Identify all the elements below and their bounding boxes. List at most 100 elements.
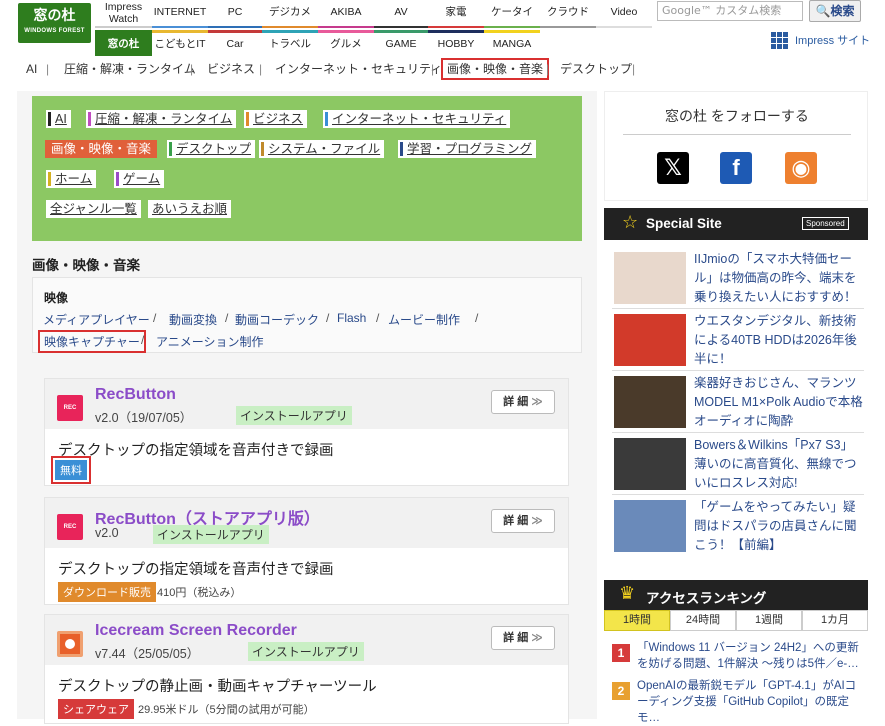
license-badge: 無料 [51, 456, 91, 484]
genre-tag[interactable]: デスクトップ [167, 140, 256, 158]
detail-button[interactable]: 詳 細 ≫ [491, 626, 555, 650]
app-card-header: Icecream Screen Recorder v7.44（25/05/05） イ… [45, 615, 568, 665]
ranking-item[interactable]: 1 「Windows 11 バージョン 24H2」への更新を妨げる問題、1件解決 … [612, 640, 868, 670]
detail-button[interactable]: 詳 細 ≫ [491, 390, 555, 414]
special-site-item[interactable]: 楽器好きおじさん、マランツMODEL M1×Polk Audioで本格オーディオ… [614, 376, 864, 432]
special-site-thumbnail [614, 252, 686, 304]
sub-nav-item[interactable]: デスクトップ [560, 58, 632, 80]
sub-nav-item[interactable]: インターネット・セキュリティ [275, 58, 442, 80]
subcategory-link[interactable]: Flash [337, 311, 366, 325]
sub-nav-item[interactable]: AI [26, 58, 37, 80]
subcategory-link[interactable]: 映像キャプチャー [38, 330, 146, 353]
sub-nav-item[interactable]: 圧縮・解凍・ランタイム [64, 58, 196, 80]
genre-label: デスクトップ [176, 142, 252, 156]
genre-tag[interactable]: ビジネス [244, 110, 308, 128]
ranking-tab[interactable]: 24時間 [670, 610, 736, 631]
special-site-item[interactable]: ウエスタンデジタル、新技術による40TB HDDは2026年後半に！ [614, 314, 864, 370]
genre-tag[interactable]: ゲーム [114, 170, 165, 188]
crown-icon: ♛ [619, 583, 636, 603]
genre-tag[interactable]: ホーム [46, 170, 97, 188]
ranking-tab[interactable]: 1時間 [604, 610, 670, 631]
top-nav-item[interactable]: デジカメ [262, 0, 318, 28]
genre-label: 全ジャンル一覧 [50, 202, 137, 216]
special-site-thumbnail [614, 314, 686, 366]
search-button[interactable]: 🔍検索 [809, 0, 861, 22]
app-icon[interactable]: REC [57, 395, 83, 421]
special-site-text: 「ゲームをやってみたい」疑問はドスパラの店員さんに聞こう！【前編】 [694, 500, 857, 552]
rss-icon[interactable]: ◉ [785, 152, 817, 184]
separator: / [475, 311, 479, 325]
subcategory-link[interactable]: 動画コーデック [235, 311, 319, 328]
top-navigation: 窓の杜 WINDOWS FOREST Impress Watch INTERNET… [0, 0, 885, 56]
subcategory-link[interactable]: 動画変換 [169, 311, 217, 328]
app-description: デスクトップの指定領域を音声付きで録画 [58, 443, 334, 459]
subcategory-link[interactable]: メディアプレイヤー [43, 311, 150, 328]
detail-button[interactable]: 詳 細 ≫ [491, 509, 555, 533]
app-icon[interactable] [57, 631, 83, 657]
detail-label: 詳 細 [503, 515, 529, 527]
genre-tag[interactable]: システム・ファイル [259, 140, 385, 158]
genre-color-bar [400, 142, 403, 156]
x-icon[interactable]: 𝕏 [657, 152, 689, 184]
separator: / [153, 311, 157, 325]
app-card-header: REC RecButton v2.0（19/07/05） インストールアプリ 詳 細 ≫ [45, 379, 568, 429]
genre-tag[interactable]: 全ジャンル一覧 [46, 200, 141, 218]
top-nav-item[interactable]: GAME [374, 30, 428, 56]
ranking-item[interactable]: 2 OpenAIの最新鋭モデル「GPT-4.1」がAIコーディング支援「GitHu… [612, 678, 868, 724]
sub-nav-item[interactable]: ビジネス [207, 58, 255, 80]
sponsored-badge: Sponsored [802, 217, 849, 230]
app-icon[interactable]: REC [57, 514, 83, 540]
detail-label: 詳 細 [503, 632, 529, 644]
license-badge: シェアウェア [58, 699, 134, 719]
app-price: 29.95米ドル（5分間の試用が可能） [138, 704, 315, 716]
ranking-tab[interactable]: 1カ月 [802, 610, 868, 631]
genre-tag[interactable]: 画像・映像・音楽 [45, 140, 158, 158]
top-nav-item[interactable]: グルメ [318, 30, 374, 56]
top-nav-item[interactable]: トラベル [262, 30, 318, 56]
special-site-item[interactable]: 「ゲームをやってみたい」疑問はドスパラの店員さんに聞こう！【前編】 [614, 500, 864, 556]
subcategory-link[interactable]: ムービー制作 [388, 311, 460, 328]
app-card-header: REC RecButton（ストアアプリ版） v2.0 インストールアプリ詳 細 ≫ [45, 498, 568, 548]
top-nav-item[interactable]: ケータイ [484, 0, 540, 28]
genre-tag[interactable]: AI [46, 110, 71, 128]
top-nav-item[interactable]: MANGA [484, 30, 540, 56]
app-price: 410円（税込み） [157, 587, 242, 599]
ranking-tab[interactable]: 1週間 [736, 610, 802, 631]
sub-nav-separator: | [632, 62, 636, 76]
chevron-right-icon: ≫ [528, 632, 543, 644]
top-nav-item[interactable]: PC [208, 0, 262, 28]
top-nav-item[interactable]: Car [208, 30, 262, 56]
genre-tag[interactable]: 圧縮・解凍・ランタイム [86, 110, 237, 128]
special-site-header: ☆ Special Site Sponsored [604, 208, 868, 240]
subcategory-link[interactable]: アニメーション制作 [156, 333, 264, 350]
top-nav-item[interactable]: こどもとIT [152, 30, 208, 56]
top-nav-item[interactable]: HOBBY [428, 30, 484, 56]
special-site-item[interactable]: Bowers＆Wilkins「Px7 S3」薄いのに高音質化、無線でついにロスレ… [614, 438, 864, 494]
top-nav-item[interactable]: AKIBA [318, 0, 374, 28]
top-nav-item[interactable]: INTERNET [152, 0, 208, 28]
top-nav-item[interactable]: クラウド [540, 0, 596, 28]
sub-nav-item[interactable]: 画像・映像・音楽 [441, 58, 550, 80]
app-icon-text: REC [63, 405, 77, 411]
special-site-item[interactable]: IIJmioの「スマホ大特価セール」は物価高の昨今、端末を乗り換えたい人におすす… [614, 252, 864, 308]
ranking-number: 2 [612, 682, 630, 700]
ranking-title: アクセスランキング [646, 591, 767, 606]
genre-tag[interactable]: インターネット・セキュリティ [323, 110, 511, 128]
genre-tag[interactable]: あいうえお順 [148, 200, 232, 218]
sub-navigation: AI | 圧縮・解凍・ランタイム | ビジネス | インターネット・セキュリティ | 画像・映像… [0, 58, 885, 80]
impress-site-link[interactable]: Impress サイト [771, 31, 870, 51]
search-input[interactable]: Google™ カスタム検索 [657, 1, 803, 21]
genre-color-bar [325, 112, 328, 126]
divider [612, 494, 864, 495]
facebook-icon[interactable]: f [720, 152, 752, 184]
top-nav-item[interactable]: Impress Watch [95, 0, 152, 28]
top-nav-item[interactable]: Video [596, 0, 652, 28]
divider [612, 308, 864, 309]
app-name-link[interactable]: RecButton [95, 386, 176, 404]
genre-tag[interactable]: 学習・プログラミング [398, 140, 537, 158]
top-nav-item[interactable]: 家電 [428, 0, 484, 28]
app-name-link[interactable]: Icecream Screen Recorder [95, 622, 297, 640]
site-logo[interactable]: 窓の杜 WINDOWS FOREST [18, 3, 91, 43]
top-nav-item[interactable]: AV [374, 0, 428, 28]
top-nav-item[interactable]: 窓の杜 [95, 30, 152, 56]
